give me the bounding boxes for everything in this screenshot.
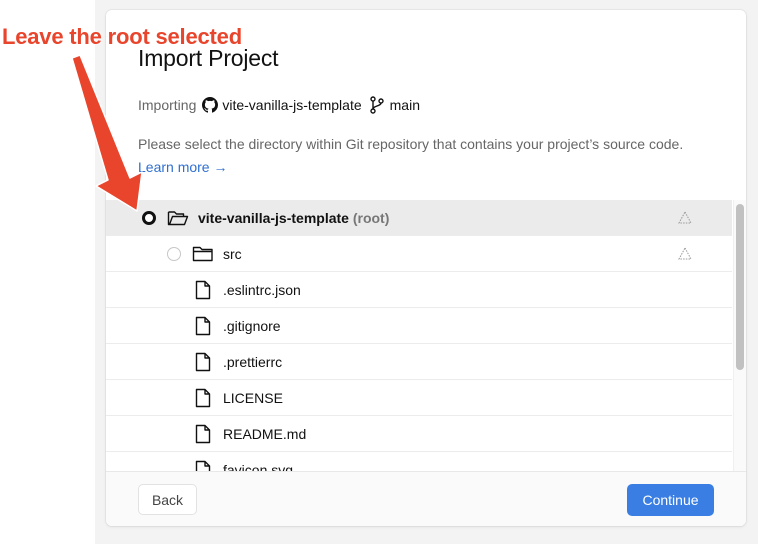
github-icon (202, 97, 219, 113)
tree-row-file: .gitignore (106, 308, 732, 344)
git-branch-icon (369, 96, 384, 114)
warning-icon (678, 211, 692, 224)
repo-name: vite-vanilla-js-template (222, 97, 362, 113)
tree-row-file: README.md (106, 416, 732, 452)
dialog-footer: Back Continue (106, 471, 746, 526)
description-text: Please select the directory within Git r… (138, 136, 684, 152)
tree-row-folder[interactable]: src (106, 236, 732, 272)
dialog-description: Please select the directory within Git r… (138, 133, 718, 179)
root-tag: (root) (352, 210, 390, 226)
file-icon (195, 352, 211, 372)
directory-tree: vite-vanilla-js-template (root) src .esl… (106, 200, 732, 471)
file-icon (195, 316, 211, 336)
folder-open-icon (167, 211, 189, 226)
branch-name: main (389, 97, 420, 113)
learn-more-link[interactable]: Learn more → (138, 159, 227, 175)
tree-row-label: src (223, 246, 242, 262)
file-icon (195, 424, 211, 444)
file-icon (195, 280, 211, 300)
back-button[interactable]: Back (138, 484, 197, 515)
tree-row-file: LICENSE (106, 380, 732, 416)
import-source-line: Importing vite-vanilla-js-template main (138, 96, 420, 114)
root-name: vite-vanilla-js-template (198, 210, 349, 226)
tree-row-label: vite-vanilla-js-template (root) (198, 210, 389, 226)
folder-icon (192, 246, 213, 262)
tree-row-label: README.md (223, 426, 307, 442)
tree-row-file: .prettierrc (106, 344, 732, 380)
tree-row-label: .eslintrc.json (223, 282, 301, 298)
tree-row-label: LICENSE (223, 390, 283, 406)
tree-row-label: .gitignore (223, 318, 281, 334)
annotation-callout: Leave the root selected (2, 24, 242, 49)
scrollbar-thumb[interactable] (736, 204, 744, 370)
tree-row-label: .prettierrc (223, 354, 283, 370)
folder-radio[interactable] (167, 247, 181, 261)
tree-row-label: favicon.svg (223, 462, 294, 471)
warning-icon (678, 247, 692, 260)
tree-row-file: favicon.svg (106, 452, 732, 471)
tree-row-file: .eslintrc.json (106, 272, 732, 308)
tree-scrollbar[interactable] (733, 200, 746, 471)
import-project-dialog: Import Project Importing vite-vanilla-js… (106, 10, 746, 526)
continue-button[interactable]: Continue (627, 484, 714, 516)
file-icon (195, 460, 211, 471)
importing-label: Importing (138, 97, 197, 113)
tree-row-root[interactable]: vite-vanilla-js-template (root) (106, 200, 732, 236)
root-radio[interactable] (142, 211, 156, 225)
file-icon (195, 388, 211, 408)
